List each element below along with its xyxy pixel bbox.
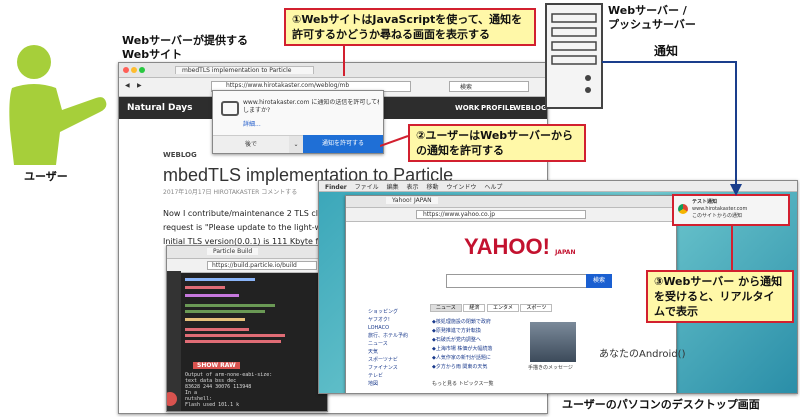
category-item[interactable]: ファイナンス [368,364,428,372]
category-item[interactable]: ヤフオク! [368,316,428,324]
more-links[interactable]: もっと見る トピックス一覧 [432,380,493,387]
news-item[interactable]: ◆夕方から雨 関東の天気 [432,363,524,372]
desktop-caption: ユーザーのパソコンのデスクトップ画面 [562,398,760,411]
site-name[interactable]: Natural Days [127,103,193,113]
particle-tab[interactable]: Particle Build [207,248,259,255]
yahoo-url-bar[interactable]: https://www.yahoo.co.jp [416,210,586,219]
category-item[interactable]: テレビ [368,372,428,380]
category-item[interactable]: ショッピング [368,308,428,316]
website-label: Webサーバーが提供する Webサイト [122,34,248,61]
nav-profile[interactable]: PROFILE [481,104,514,112]
news-list: ◆核処理施設の閉鎖で政府 ◆原発推進で方針転換 ◆石破氏が党内調整へ ◆上海市場… [432,318,524,372]
particle-build-window: Particle Build https://build.particle.io… [166,245,328,412]
yahoo-logo[interactable]: YAHOO! JAPAN [464,234,575,260]
mac-menu-bar: Finder ファイル 編集 表示 移動 ウインドウ ヘルプ [325,184,503,191]
post-category[interactable]: WEBLOG [163,151,197,159]
android-text: あなたのAndroid() [599,349,686,360]
callout-1-pointer [343,44,345,76]
news-photo[interactable] [530,322,576,362]
category-item[interactable]: 地図 [368,380,428,388]
news-tab[interactable]: スポーツ [520,304,553,312]
server-icon [545,3,603,109]
category-item[interactable]: ニュース [368,340,428,348]
notification-site: www.hirotakaster.com [692,206,748,212]
callout-3-pointer [731,226,733,272]
yahoo-tab[interactable]: Yahoo! JAPAN [386,197,438,204]
popup-more-link[interactable]: 詳細... [243,119,261,128]
forward-icon[interactable]: ▶ [137,82,142,89]
callout-2-pointer [380,135,409,147]
notify-label: 通知 [654,44,679,58]
notification-sub: このサイトからの通知 [692,213,743,219]
notify-arrow [602,61,742,196]
news-tab[interactable]: 経済 [463,304,486,312]
yahoo-category-list: ショッピング ヤフオク! LOHACO 旅行、ホテル予約 ニュース 天気 スポー… [368,308,428,388]
popup-message: www.hirotakaster.com に通知の送信を許可して構 しますか? [243,99,379,114]
particle-sidebar [167,271,181,411]
category-item[interactable]: スポーツナビ [368,356,428,364]
chrome-icon [678,204,688,214]
nav-weblog[interactable]: WEBLOG [513,104,547,112]
back-icon[interactable]: ◀ [125,82,130,89]
server-label: Webサーバー / プッシュサーバー [608,4,696,31]
category-item[interactable]: 天気 [368,348,428,356]
user-figure-icon [9,45,107,165]
news-item[interactable]: ◆原発推進で方針転換 [432,327,524,336]
blog-tab[interactable]: mbedTLS implementation to Particle [175,66,314,74]
popup-allow-button[interactable]: 通知を許可する [303,135,383,153]
show-raw-button[interactable]: SHOW RAW [193,362,240,369]
photo-caption[interactable]: 手描きのメッセージ [528,364,573,371]
nav-work[interactable]: WORK [455,104,480,112]
callout-2: ②ユーザーはWebサーバーから の通知を許可する [408,124,586,162]
popup-deny-dropdown-icon[interactable]: ⌄ [289,135,303,153]
news-item[interactable]: ◆人気作家の新刊が話題に [432,354,524,363]
news-tab[interactable]: エンタメ [486,304,519,312]
build-output: Output of arm-none-eabi-size: text data … [185,372,273,408]
news-item[interactable]: ◆核処理施設の閉鎖で政府 [432,318,524,327]
chat-icon [221,101,239,116]
yahoo-search-input[interactable] [446,274,588,288]
user-label: ユーザー [24,170,68,183]
notification-title: テスト通知 [692,199,718,205]
news-tabs: ニュース 経済 エンタメ スポーツ [430,304,553,312]
news-item[interactable]: ◆石破氏が党内調整へ [432,336,524,345]
post-meta: 2017年10月17日 HIROTAKASTER コメントする [163,189,298,196]
news-item[interactable]: ◆上海市場 株価が大幅続落 [432,345,524,354]
yahoo-search-button[interactable]: 検索 [586,274,612,288]
callout-1: ①WebサイトはJavaScriptを使って、通知を 許可するかどうか尋ねる画面… [284,8,536,46]
popup-deny-button[interactable]: 後で [213,135,289,153]
code-editor [185,278,285,343]
callout-3: ③Webサーバー から通知 を受けると、リアルタイ ムで表示 [646,270,794,323]
category-item[interactable]: 旅行、ホテル予約 [368,332,428,340]
news-tab[interactable]: ニュース [430,304,462,312]
particle-url-bar[interactable]: https://build.particle.io/build [207,261,317,270]
notification-permission-popup: www.hirotakaster.com に通知の送信を許可して構 しますか? … [212,90,384,154]
yahoo-browser-window: Yahoo! JAPAN https://www.yahoo.co.jp YAH… [345,195,677,393]
blog-search-field[interactable]: 検索 [449,81,529,92]
category-item[interactable]: LOHACO [368,324,428,332]
